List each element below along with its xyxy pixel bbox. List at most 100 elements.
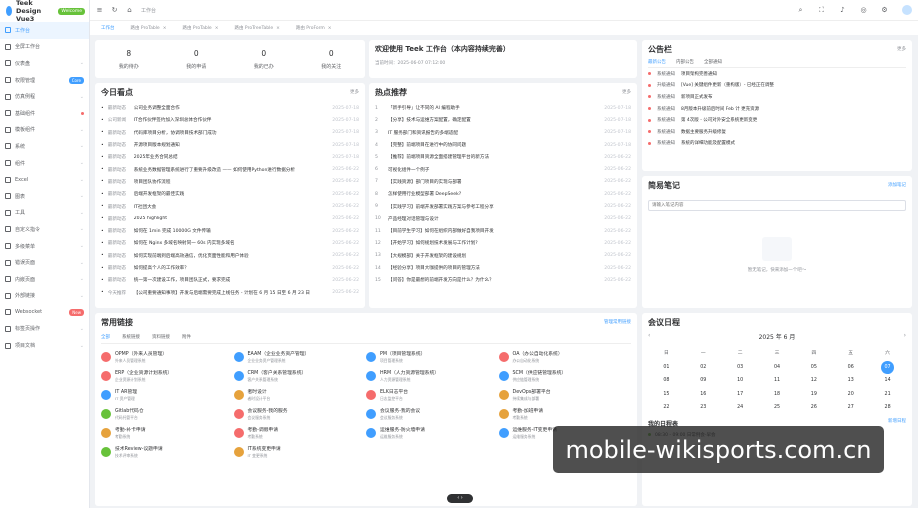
hot-item[interactable]: 14 【经验分享】项目大咖提供的项目的管理方法 2025-06-22: [375, 262, 631, 274]
calendar-day[interactable]: 20: [832, 388, 869, 402]
link-item[interactable]: 者时设计 者时设计平台: [233, 388, 367, 402]
hot-item[interactable]: 11 【目前学生学习】如何在组织内部做好自我项目开发 2025-06-22: [375, 225, 631, 237]
links-tab[interactable]: 全部: [101, 334, 110, 340]
today-item[interactable]: • 最新动态 IT社团大会 2025-06-22: [101, 200, 359, 212]
today-item[interactable]: • 最新动态 统一第一次建设工作，项目团队正式，要求完成 2025-06-22: [101, 274, 359, 286]
calendar-day[interactable]: 06: [832, 361, 869, 375]
prev-month-icon[interactable]: ‹: [648, 332, 650, 339]
hot-item[interactable]: 4 【完整】前端项目在进行中的协同问题 2025-07-18: [375, 139, 631, 151]
note-input[interactable]: [648, 200, 906, 211]
sidebar-item[interactable]: 基础组件: [0, 105, 89, 122]
bulletin-item[interactable]: 系统通知 8月版本升级前后时间 Feb 计 更充资源: [648, 103, 906, 115]
calendar-day[interactable]: 27: [832, 401, 869, 415]
bulletin-item[interactable]: 升级通知 [Vue] 关键组件更新（重构版）- 已经正在调整: [648, 80, 906, 92]
sidebar-item[interactable]: 自定义指令 ⌄: [0, 221, 89, 238]
link-item[interactable]: IT系统变更申请 IT 变更系统: [233, 445, 367, 459]
today-item[interactable]: • 最新动态 后端开发框架的最佳实践 2025-06-22: [101, 188, 359, 200]
stat-item[interactable]: 0 我的申请: [186, 49, 206, 70]
link-item[interactable]: OA（办公自动化系统） 办公自动化系统: [498, 350, 632, 364]
bell-icon[interactable]: ♪: [839, 6, 846, 14]
today-item[interactable]: • 最新动态 如何在 Nginx 多域名映射同一 60s 内实现多域名 2025-06…: [101, 237, 359, 249]
hot-item[interactable]: 10 产品经理对话管理与设计 2025-06-22: [375, 213, 631, 225]
bulletin-item[interactable]: 系统通知 数据主要服务升级修复: [648, 126, 906, 138]
calendar-day[interactable]: 17: [722, 388, 759, 402]
calendar-day[interactable]: 05: [795, 361, 832, 375]
hot-item[interactable]: 9 【实践学习】前端开发部署实践方案与参考工程分享 2025-06-22: [375, 200, 631, 212]
hot-item[interactable]: 7 【实践资源】部门项目的实现与部署 2025-06-22: [375, 176, 631, 188]
close-icon[interactable]: ×: [328, 26, 332, 31]
app-logo[interactable]: Teek Design Vue3 Welcome: [0, 0, 89, 23]
link-item[interactable]: 考勤-加班申请 考勤系统: [498, 407, 632, 421]
hot-item[interactable]: 3 IT 服务部门和资讯报告的多端适配 2025-07-18: [375, 127, 631, 139]
tab-item[interactable]: 路由 ProForm ×: [291, 23, 337, 33]
bulletin-item[interactable]: 系统通知 系统的详细功能及配置模式: [648, 138, 906, 150]
manage-links-button[interactable]: 管理常用链接: [604, 319, 631, 325]
breadcrumb[interactable]: 工作台: [141, 7, 156, 14]
sidebar-item[interactable]: 工具 ⌄: [0, 205, 89, 222]
links-tab[interactable]: 资料链接: [152, 334, 170, 340]
add-schedule-button[interactable]: 新增日程: [888, 418, 906, 424]
link-item[interactable]: SCM（供应链管理系统） 供应链管理系统: [498, 369, 632, 383]
sidebar-item[interactable]: 错误页面 ⌄: [0, 254, 89, 271]
calendar-day[interactable]: 26: [795, 401, 832, 415]
calendar-day[interactable]: 24: [722, 401, 759, 415]
sidebar-item[interactable]: 组件 ⌄: [0, 155, 89, 172]
calendar-day[interactable]: 03: [722, 361, 759, 375]
calendar-day[interactable]: 07: [881, 360, 895, 374]
hot-item[interactable]: 6 可视化组件一个例子 2025-06-22: [375, 163, 631, 175]
today-item[interactable]: • 最新动态 如何实现前端到后端高效通信，优化页面性能和用户体验 2025-06-22: [101, 250, 359, 262]
today-item[interactable]: • 最新动态 系统业务数据管理系统进行了重要升级改造 —— 如何使用Python进行…: [101, 163, 359, 175]
calendar-day[interactable]: 14: [869, 374, 906, 388]
calendar-day[interactable]: 10: [722, 374, 759, 388]
close-icon[interactable]: ×: [215, 26, 219, 31]
calendar-day[interactable]: 11: [759, 374, 796, 388]
tab-item[interactable]: 工作台: [96, 23, 120, 33]
calendar-day[interactable]: 23: [685, 401, 722, 415]
bulletin-more-link[interactable]: 更多: [897, 46, 906, 52]
hot-item[interactable]: 1 「新手引导」让不同的 AI 编程助手 2025-07-18: [375, 102, 631, 114]
sidebar-item[interactable]: 系统 ⌄: [0, 138, 89, 155]
link-item[interactable]: Gitlab代码仓 代码托管平台: [101, 407, 234, 421]
today-item[interactable]: • 最新动态 如何提高个人的工作效率？ 2025-06-22: [101, 262, 359, 274]
fullscreen-icon[interactable]: ⛶: [818, 6, 825, 14]
link-item[interactable]: ELK日志平台 日志监控平台: [366, 388, 499, 402]
bulletin-item[interactable]: 系统通知 新项目正式发布: [648, 91, 906, 103]
sidebar-item[interactable]: Websocket New: [0, 304, 89, 321]
link-item[interactable]: CRM（客户关系管理系统） 客户关系管理系统: [233, 369, 367, 383]
tab-item[interactable]: 路由 ProTreeTable ×: [230, 23, 285, 33]
link-item[interactable]: DevOps部署平台 持续集成与部署: [498, 388, 632, 402]
calendar-day[interactable]: 04: [759, 361, 796, 375]
sidebar-item[interactable]: 权限管理 Core: [0, 72, 89, 89]
link-item[interactable]: EAAM（企业业务资产管理） 企业业务资产管理系统: [233, 350, 367, 364]
hot-item[interactable]: 12 【开始学习】如何规划技术发展与工作计划? 2025-06-22: [375, 237, 631, 249]
avatar[interactable]: [902, 5, 912, 15]
link-item[interactable]: OPMP（外来人员管理） 外来人员管理系统: [101, 350, 234, 364]
sidebar-item[interactable]: 内嵌页面 ⌄: [0, 271, 89, 288]
add-note-button[interactable]: 添加笔记: [888, 182, 906, 188]
today-item[interactable]: • 今天推荐 【公司重要通知事项】开发与后端需要完成上线任务 - 计划在 6 月 1…: [101, 286, 359, 298]
today-item[interactable]: • 最新动态 2025年业务合同总结 2025-07-18: [101, 151, 359, 163]
sidebar-item[interactable]: 仪表盘 ⌄: [0, 55, 89, 72]
bulletin-tab[interactable]: 全部通知: [704, 59, 722, 65]
sidebar-item[interactable]: 全屏工作台: [0, 39, 89, 56]
sidebar-item[interactable]: 工作台: [0, 22, 89, 39]
link-item[interactable]: IT AR管理 IT 资产管理: [101, 388, 234, 402]
stat-item[interactable]: 8 我的待办: [119, 49, 139, 70]
close-icon[interactable]: ×: [163, 26, 167, 31]
link-item[interactable]: 会议服务-我的会议 会议服务系统: [366, 407, 499, 421]
calendar-day[interactable]: 25: [759, 401, 796, 415]
refresh-icon[interactable]: ↻: [111, 6, 118, 14]
sidebar-item[interactable]: 多级菜单 ⌄: [0, 238, 89, 255]
calendar-day[interactable]: 16: [685, 388, 722, 402]
sidebar-item[interactable]: Excel ⌄: [0, 171, 89, 188]
today-item[interactable]: • 最新动态 代码库项目分析，协调项目技术部门成功 2025-07-18: [101, 127, 359, 139]
link-item[interactable]: 会议服务-我的服务 会议服务系统: [233, 407, 367, 421]
globe-icon[interactable]: ◎: [860, 6, 867, 14]
calendar-day[interactable]: 19: [795, 388, 832, 402]
gear-icon[interactable]: ⚙: [881, 6, 888, 14]
hot-item[interactable]: 8 怎样使用行业模型部署 DeepSeek? 2025-06-22: [375, 188, 631, 200]
links-tab[interactable]: 系统链接: [122, 334, 140, 340]
calendar-day[interactable]: 13: [832, 374, 869, 388]
search-icon[interactable]: ⌕: [797, 6, 804, 14]
hot-item[interactable]: 15 【问答】你是最想的前端开发方向是什么？为什么？ 2025-06-22: [375, 274, 631, 286]
